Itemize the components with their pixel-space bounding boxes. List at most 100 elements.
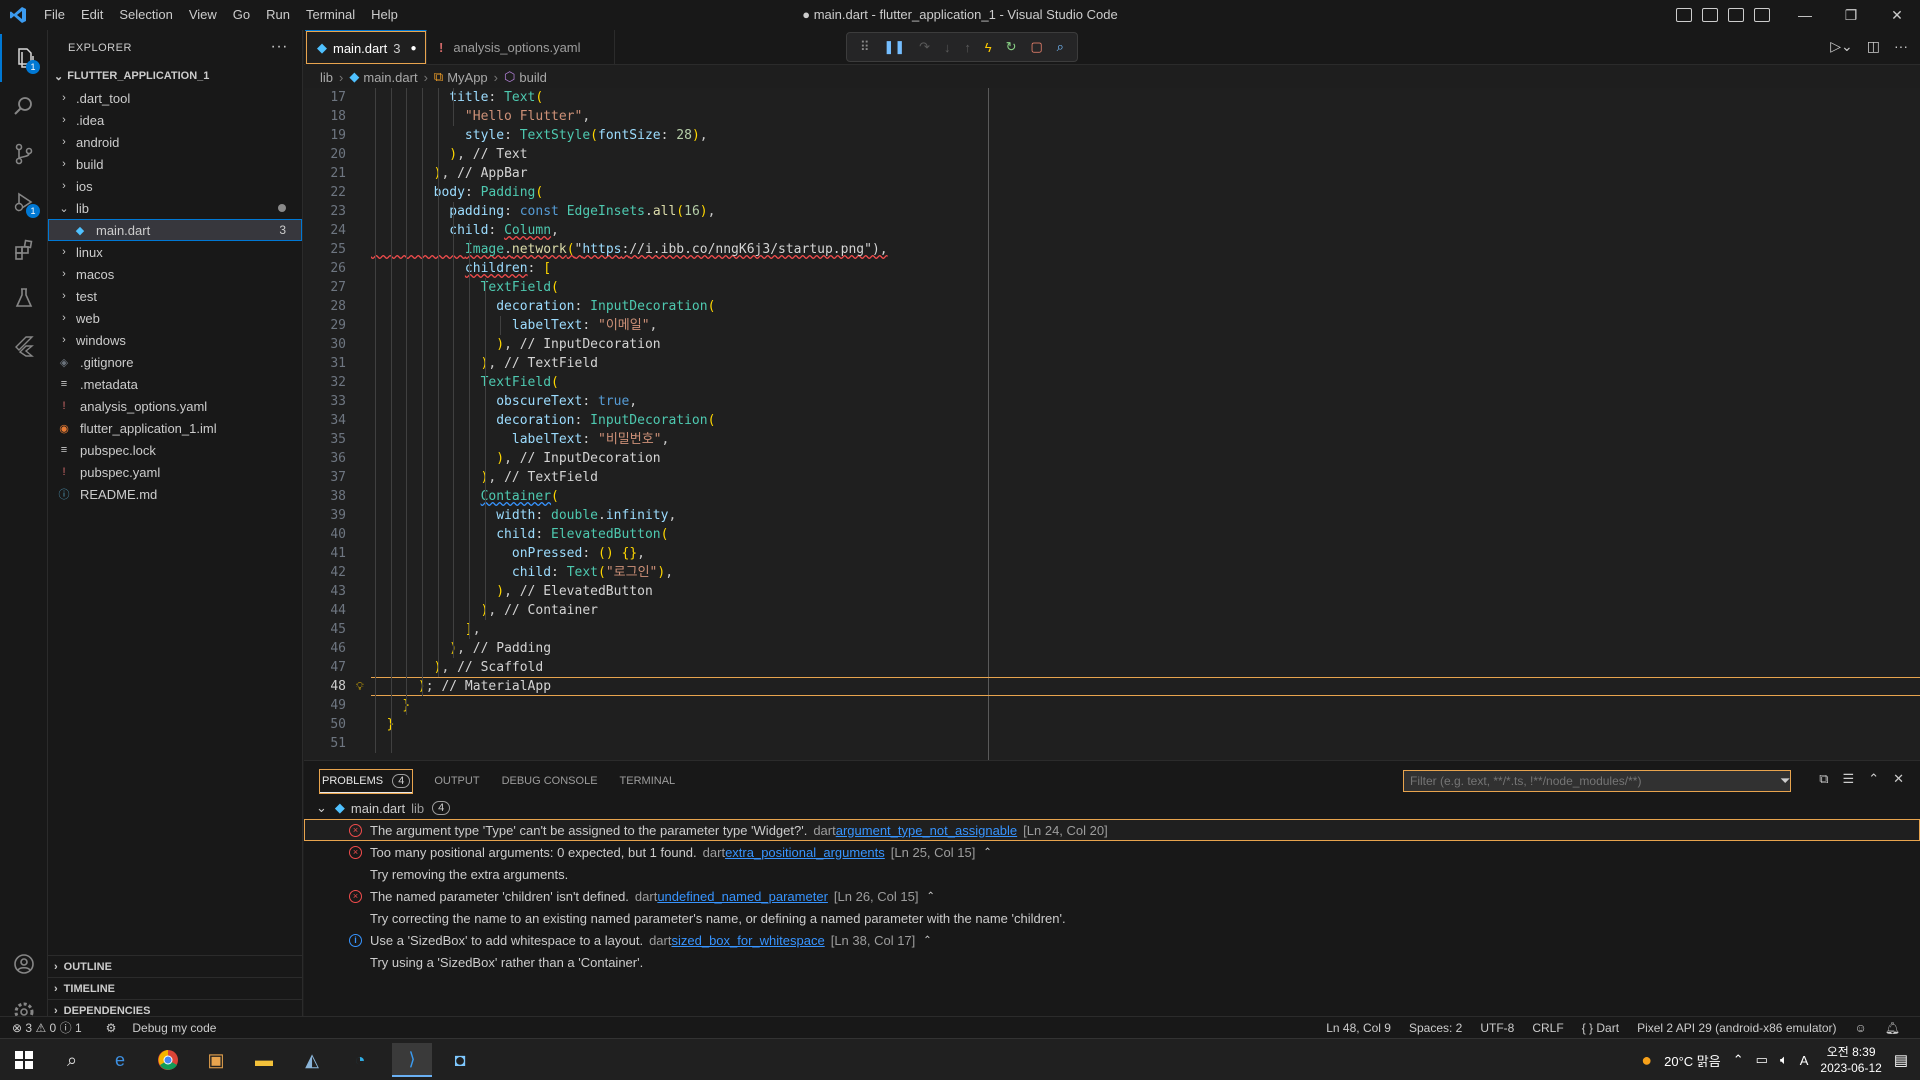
code-line[interactable]: 25 Image.network("https://i.ibb.co/nngK6…: [304, 240, 1904, 259]
outline-section[interactable]: › OUTLINE: [48, 955, 302, 977]
code-line[interactable]: 26 children: [: [304, 259, 1904, 278]
code-line[interactable]: 42 child: Text("로그인"),: [304, 563, 1904, 582]
code-line[interactable]: 36 ), // InputDecoration: [304, 449, 1904, 468]
collapse-all-icon[interactable]: ⧉: [1819, 771, 1828, 787]
tab-analysis-options[interactable]: ! analysis_options.yaml: [427, 30, 615, 65]
close-icon[interactable]: ✕: [1874, 0, 1920, 30]
step-out-icon[interactable]: ↑: [964, 40, 971, 55]
clock[interactable]: 오전 8:39 2023-06-12: [1820, 1044, 1881, 1076]
code-line[interactable]: 30 ), // InputDecoration: [304, 335, 1904, 354]
problem-item[interactable]: × Too many positional arguments: 0 expect…: [304, 841, 1920, 863]
toggle-primary-sidebar-icon[interactable]: [1676, 8, 1692, 22]
flutter-icon[interactable]: [0, 322, 48, 370]
menu-selection[interactable]: Selection: [111, 0, 180, 30]
code-line[interactable]: 37 ), // TextField: [304, 468, 1904, 487]
code-line[interactable]: 51: [304, 734, 1904, 753]
code-line[interactable]: 28 decoration: InputDecoration(: [304, 297, 1904, 316]
app-icon[interactable]: ◭: [292, 1043, 332, 1077]
restart-icon[interactable]: ↻: [1006, 39, 1017, 55]
code-line[interactable]: 22 body: Padding(: [304, 183, 1904, 202]
tree-item[interactable]: ! analysis_options.yaml: [48, 395, 302, 417]
breadcrumb-class[interactable]: MyApp: [447, 70, 487, 85]
accounts-icon[interactable]: [0, 940, 48, 988]
tree-item[interactable]: › windows: [48, 329, 302, 351]
menu-run[interactable]: Run: [258, 0, 298, 30]
filter-icon[interactable]: ⏷: [1780, 773, 1790, 789]
cursor-position[interactable]: Ln 48, Col 9: [1326, 1021, 1391, 1035]
maximize-panel-icon[interactable]: ⌃: [1868, 771, 1879, 787]
tree-item[interactable]: ≡ .metadata: [48, 373, 302, 395]
stop-icon[interactable]: ▢: [1030, 39, 1042, 55]
code-line[interactable]: 43 ), // ElevatedButton: [304, 582, 1904, 601]
edge-icon[interactable]: ◔: [340, 1043, 380, 1077]
device-selector[interactable]: Pixel 2 API 29 (android-x86 emulator): [1637, 1021, 1836, 1035]
code-line[interactable]: 47 ), // Scaffold: [304, 658, 1904, 677]
problem-hint[interactable]: Try removing the extra arguments.: [304, 863, 1920, 885]
problem-hint[interactable]: Try correcting the name to an existing n…: [304, 907, 1920, 929]
tray-chevron-up-icon[interactable]: ⌃: [1733, 1052, 1744, 1068]
more-actions-icon[interactable]: ···: [271, 38, 288, 56]
code-line[interactable]: 50 }: [304, 715, 1904, 734]
unsaved-dot-icon[interactable]: ●: [410, 43, 416, 54]
problems-file-group[interactable]: ⌄ ◆ main.dart lib 4: [304, 797, 1920, 819]
lightbulb-icon[interactable]: 💡︎: [356, 677, 364, 696]
tab-terminal[interactable]: TERMINAL: [620, 775, 676, 787]
tree-item[interactable]: ! pubspec.yaml: [48, 461, 302, 483]
problem-code-link[interactable]: extra_positional_arguments: [725, 845, 885, 860]
pause-icon[interactable]: ❚❚: [883, 39, 905, 55]
notifications-bell-icon[interactable]: 🔔︎: [1885, 1021, 1900, 1035]
tree-item[interactable]: ⌄ lib: [48, 197, 302, 219]
code-line[interactable]: 27 TextField(: [304, 278, 1904, 297]
problems-filter-input[interactable]: [1403, 770, 1791, 792]
tree-item[interactable]: › .dart_tool: [48, 87, 302, 109]
problems-status[interactable]: ⊗ 3 ⚠ 0 ⓘ 1: [12, 1019, 82, 1036]
code-line[interactable]: 46 ), // Padding: [304, 639, 1904, 658]
restore-icon[interactable]: ❐: [1828, 0, 1874, 30]
problem-hint[interactable]: Try using a 'SizedBox' rather than a 'Co…: [304, 951, 1920, 973]
file-explorer-icon[interactable]: ▬: [244, 1043, 284, 1077]
problem-item[interactable]: × The named parameter 'children' isn't de…: [304, 885, 1920, 907]
tree-item[interactable]: › android: [48, 131, 302, 153]
more-actions-icon[interactable]: ···: [1894, 38, 1908, 55]
step-into-icon[interactable]: ↓: [944, 40, 951, 55]
problem-item[interactable]: × The argument type 'Type' can't be assig…: [304, 819, 1920, 841]
toggle-secondary-sidebar-icon[interactable]: [1728, 8, 1744, 22]
drag-handle-icon[interactable]: ⠿: [860, 39, 870, 55]
internet-explorer-icon[interactable]: e: [100, 1043, 140, 1077]
menu-terminal[interactable]: Terminal: [298, 0, 363, 30]
chrome-icon[interactable]: [148, 1043, 188, 1077]
tree-item[interactable]: ◉ flutter_application_1.iml: [48, 417, 302, 439]
minimize-icon[interactable]: —: [1782, 0, 1828, 30]
encoding[interactable]: UTF-8: [1480, 1021, 1514, 1035]
collapse-chevron-icon[interactable]: ⌃: [923, 935, 931, 946]
tab-debug-console[interactable]: DEBUG CONSOLE: [502, 775, 598, 787]
code-line[interactable]: 39 width: double.infinity,: [304, 506, 1904, 525]
windows-start-icon[interactable]: [4, 1043, 44, 1077]
customize-layout-icon[interactable]: [1754, 8, 1770, 22]
hot-reload-icon[interactable]: ϟ: [985, 40, 992, 55]
problem-item[interactable]: i Use a 'SizedBox' to add whitespace to a…: [304, 929, 1920, 951]
code-line[interactable]: 49 }: [304, 696, 1904, 715]
toggle-panel-icon[interactable]: [1702, 8, 1718, 22]
menu-help[interactable]: Help: [363, 0, 406, 30]
code-line[interactable]: 31 ), // TextField: [304, 354, 1904, 373]
menu-edit[interactable]: Edit: [73, 0, 111, 30]
office-app-icon[interactable]: ▣: [196, 1043, 236, 1077]
breadcrumb-file[interactable]: main.dart: [363, 70, 417, 85]
menu-go[interactable]: Go: [225, 0, 258, 30]
collapse-chevron-icon[interactable]: ⌃: [983, 847, 991, 858]
tree-item[interactable]: ⓘ README.md: [48, 483, 302, 505]
tab-problems[interactable]: PROBLEMS 4: [318, 768, 414, 794]
tree-item[interactable]: › macos: [48, 263, 302, 285]
code-line[interactable]: 35 labelText: "비밀번호",: [304, 430, 1904, 449]
timeline-section[interactable]: › TIMELINE: [48, 977, 302, 999]
tree-item[interactable]: ◆ main.dart 3: [48, 219, 302, 241]
view-as-tree-icon[interactable]: ☰: [1843, 771, 1855, 787]
collapse-chevron-icon[interactable]: ⌃: [926, 891, 934, 902]
feedback-icon[interactable]: ☺: [1855, 1021, 1867, 1035]
testing-flask-icon[interactable]: [0, 274, 48, 322]
code-line[interactable]: 38 Container(: [304, 487, 1904, 506]
code-line[interactable]: 41 onPressed: () {},: [304, 544, 1904, 563]
step-over-icon[interactable]: ↷: [919, 39, 930, 55]
tree-item[interactable]: › build: [48, 153, 302, 175]
